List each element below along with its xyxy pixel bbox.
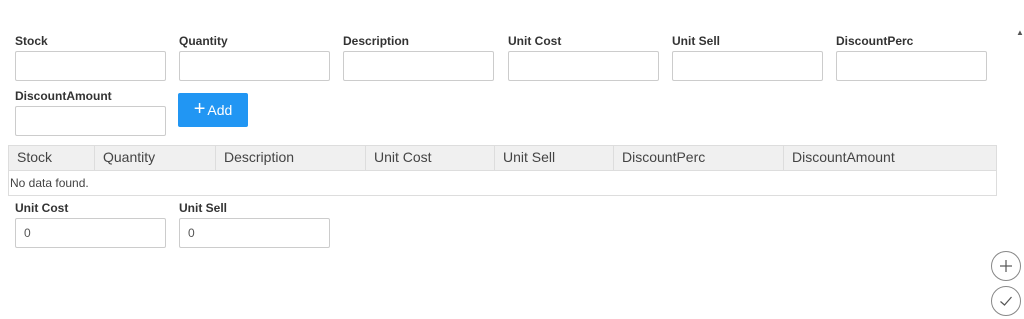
description-input[interactable]	[343, 51, 494, 81]
column-header-quantity[interactable]: Quantity	[95, 146, 216, 170]
plus-icon: +	[193, 98, 206, 120]
stock-input[interactable]	[15, 51, 166, 81]
column-header-discount-amount[interactable]: DiscountAmount	[784, 146, 996, 170]
stock-field: Stock	[15, 34, 166, 81]
confirm-button[interactable]	[991, 286, 1021, 316]
discount-amount-field: DiscountAmount	[15, 89, 166, 136]
total-unit-sell-label: Unit Sell	[179, 201, 228, 215]
unit-sell-input[interactable]	[672, 51, 823, 81]
unit-sell-label: Unit Sell	[672, 34, 721, 48]
add-button[interactable]: + Add	[178, 93, 248, 127]
plus-circle-icon	[1000, 260, 1012, 272]
description-field: Description	[343, 34, 494, 81]
discount-perc-label: DiscountPerc	[836, 34, 914, 48]
column-header-description[interactable]: Description	[216, 146, 366, 170]
stock-label: Stock	[15, 34, 48, 48]
add-row-button[interactable]	[991, 251, 1021, 281]
discount-amount-input[interactable]	[15, 106, 166, 136]
unit-cost-field: Unit Cost	[508, 34, 659, 81]
scroll-up-arrow-icon[interactable]: ▲	[1016, 28, 1024, 38]
unit-cost-input[interactable]	[508, 51, 659, 81]
grid-empty-message: No data found.	[10, 176, 89, 190]
items-grid: Stock Quantity Description Unit Cost Uni…	[8, 145, 997, 196]
total-unit-sell-input[interactable]	[179, 218, 330, 248]
discount-perc-field: DiscountPerc	[836, 34, 987, 81]
total-unit-cost-label: Unit Cost	[15, 201, 69, 215]
column-header-unit-cost[interactable]: Unit Cost	[366, 146, 495, 170]
grid-header: Stock Quantity Description Unit Cost Uni…	[9, 146, 996, 171]
column-header-stock[interactable]: Stock	[9, 146, 95, 170]
add-button-label: Add	[207, 102, 233, 118]
discount-amount-label: DiscountAmount	[15, 89, 112, 103]
quantity-field: Quantity	[179, 34, 330, 81]
quantity-input[interactable]	[179, 51, 330, 81]
column-header-unit-sell[interactable]: Unit Sell	[495, 146, 614, 170]
total-unit-cost-field: Unit Cost	[15, 201, 166, 248]
unit-sell-field: Unit Sell	[672, 34, 823, 81]
total-unit-cost-input[interactable]	[15, 218, 166, 248]
check-circle-icon	[1000, 296, 1012, 306]
discount-perc-input[interactable]	[836, 51, 987, 81]
column-header-discount-perc[interactable]: DiscountPerc	[614, 146, 784, 170]
description-label: Description	[343, 34, 410, 48]
unit-cost-label: Unit Cost	[508, 34, 562, 48]
total-unit-sell-field: Unit Sell	[179, 201, 330, 248]
quantity-label: Quantity	[179, 34, 228, 48]
